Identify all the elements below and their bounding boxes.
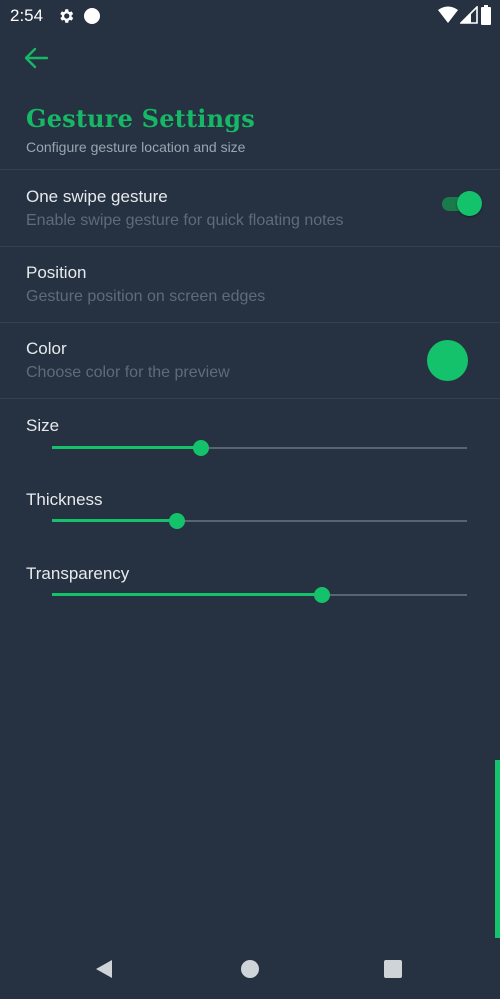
recents-square-icon: [382, 958, 404, 985]
slider-label-size: Size: [26, 416, 60, 435]
one-swipe-toggle[interactable]: [440, 190, 482, 216]
slider-fill: [52, 446, 202, 449]
slider-thumb[interactable]: [168, 513, 185, 529]
slider-thumb[interactable]: [193, 440, 210, 456]
size-slider[interactable]: [52, 438, 467, 458]
slider-fill: [52, 519, 177, 522]
navigation-bar: [0, 940, 500, 999]
back-triangle-icon: [93, 958, 115, 985]
divider: [0, 398, 500, 399]
slider-thumb[interactable]: [313, 587, 330, 603]
pref-title: Color: [26, 339, 67, 358]
toggle-thumb: [457, 191, 482, 216]
nav-back-button[interactable]: [89, 956, 119, 986]
pref-color[interactable]: Color Choose color for the preview: [0, 323, 500, 399]
pref-summary: Enable swipe gesture for quick floating …: [26, 212, 344, 229]
pref-summary: Choose color for the preview: [26, 364, 230, 381]
slider-fill: [52, 593, 322, 596]
pref-title: Position: [26, 263, 87, 282]
page-subtitle: Configure gesture location and size: [26, 139, 246, 155]
status-time: 2:54: [10, 6, 44, 25]
pref-one-swipe-gesture[interactable]: One swipe gesture Enable swipe gesture f…: [0, 170, 500, 246]
scroll-indicator[interactable]: [495, 760, 500, 938]
page-title: Gesture Settings: [26, 104, 255, 133]
color-preview-swatch[interactable]: [427, 340, 468, 381]
thickness-slider[interactable]: [52, 511, 467, 531]
pref-summary: Gesture position on screen edges: [26, 288, 266, 305]
transparency-slider[interactable]: [52, 585, 467, 605]
battery-icon: [480, 5, 492, 30]
nav-recents-button[interactable]: [378, 956, 408, 986]
pref-title: One swipe gesture: [26, 187, 168, 206]
pref-position[interactable]: Position Gesture position on screen edge…: [0, 247, 500, 323]
home-circle-icon: [239, 958, 261, 985]
nav-home-button[interactable]: [235, 956, 265, 986]
circle-icon: [83, 7, 101, 25]
arrow-left-icon: [23, 46, 49, 75]
gear-icon: [57, 7, 75, 25]
slider-label-transparency: Transparency: [26, 564, 130, 583]
slider-label-thickness: Thickness: [26, 490, 103, 509]
signal-icon: [459, 5, 478, 29]
page-header: Gesture Settings Configure gesture locat…: [26, 104, 255, 155]
wifi-icon: [438, 6, 458, 29]
back-button[interactable]: [20, 44, 52, 76]
status-bar: 2:54: [0, 0, 500, 32]
